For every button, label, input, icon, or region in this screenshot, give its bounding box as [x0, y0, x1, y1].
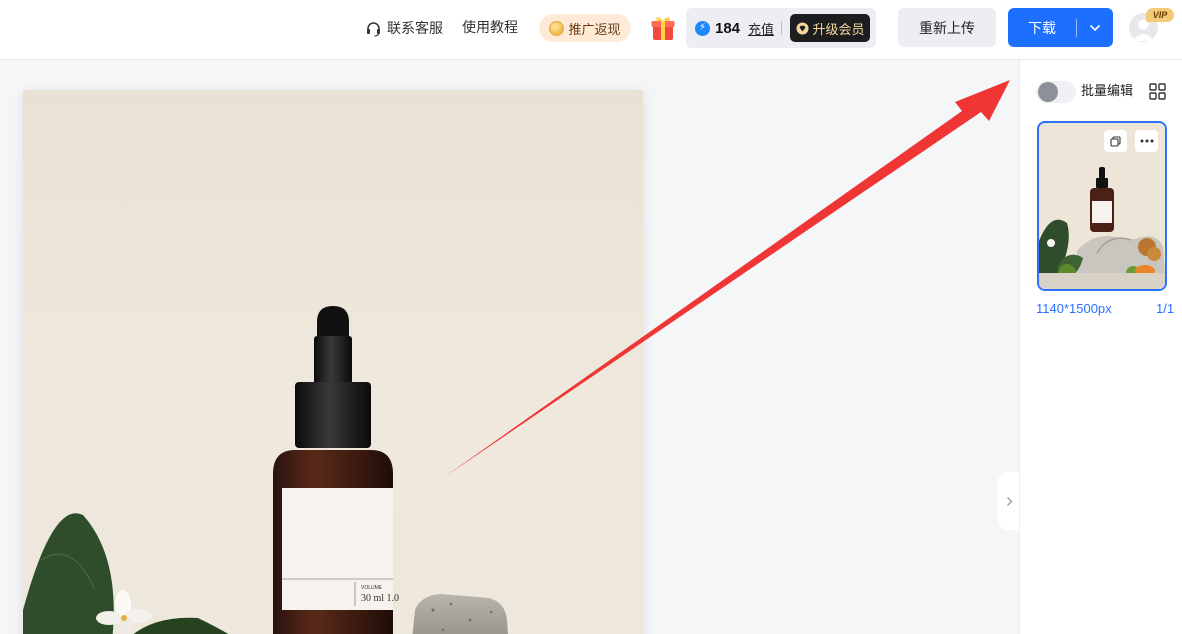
reupload-button[interactable]: 重新上传	[898, 8, 996, 47]
bottle-label-volume: 30 ml 1.0	[361, 593, 399, 604]
points-bar: ⚡ 184 充值 升级会员	[686, 8, 876, 48]
customer-service-link[interactable]: 联系客服	[365, 18, 443, 38]
toggle-knob	[1038, 82, 1058, 102]
page-count: 1/1	[1156, 301, 1175, 316]
upgrade-vip-button[interactable]: 升级会员	[790, 14, 871, 42]
gift-icon[interactable]	[650, 14, 676, 42]
upgrade-vip-label: 升级会员	[812, 22, 865, 38]
batch-edit-label: 批量编辑	[1081, 84, 1134, 99]
download-options-dropdown[interactable]	[1077, 24, 1113, 32]
grid-icon[interactable]	[1149, 83, 1166, 100]
download-button[interactable]: 下载	[1008, 8, 1113, 47]
divider	[781, 21, 783, 35]
collapse-panel-handle[interactable]	[998, 472, 1020, 530]
right-panel: 批量编辑 1140*1500px 1/1	[1019, 60, 1182, 634]
image-thumbnail[interactable]	[1037, 121, 1167, 291]
duplicate-image-button[interactable]	[1104, 130, 1127, 152]
diamond-icon	[796, 22, 809, 34]
batch-edit-toggle[interactable]	[1036, 81, 1076, 103]
recharge-link[interactable]: 充值	[748, 19, 774, 38]
promo-cashback-button[interactable]: 推广返现	[539, 14, 631, 42]
top-bar: 联系客服 使用教程 推广返现 ⚡ 184 充值 升级会员 重新上传 下载 VIP	[0, 0, 1182, 60]
copy-icon	[1110, 135, 1121, 147]
product-photo-illustration: VOLUME 30 ml 1.0	[23, 306, 508, 634]
image-more-button[interactable]	[1135, 130, 1158, 152]
customer-service-label: 联系客服	[387, 21, 443, 37]
image-dimensions: 1140*1500px	[1036, 301, 1112, 316]
bottle-label-top: VOLUME	[361, 585, 383, 591]
editor-canvas: VOLUME 30 ml 1.0	[0, 60, 1019, 634]
promo-label: 推广返现	[568, 22, 621, 38]
download-label: 下载	[1028, 20, 1056, 37]
chevron-right-icon	[1006, 496, 1012, 506]
product-image[interactable]: VOLUME 30 ml 1.0	[23, 90, 643, 634]
coin-icon	[549, 20, 565, 36]
headset-icon	[367, 21, 380, 37]
points-count: 184	[715, 19, 741, 37]
more-icon	[1140, 139, 1153, 143]
vip-badge: VIP	[1146, 8, 1174, 22]
chevron-down-icon	[1089, 24, 1101, 31]
lightning-icon: ⚡	[695, 20, 710, 36]
tutorial-link[interactable]: 使用教程	[462, 18, 518, 38]
